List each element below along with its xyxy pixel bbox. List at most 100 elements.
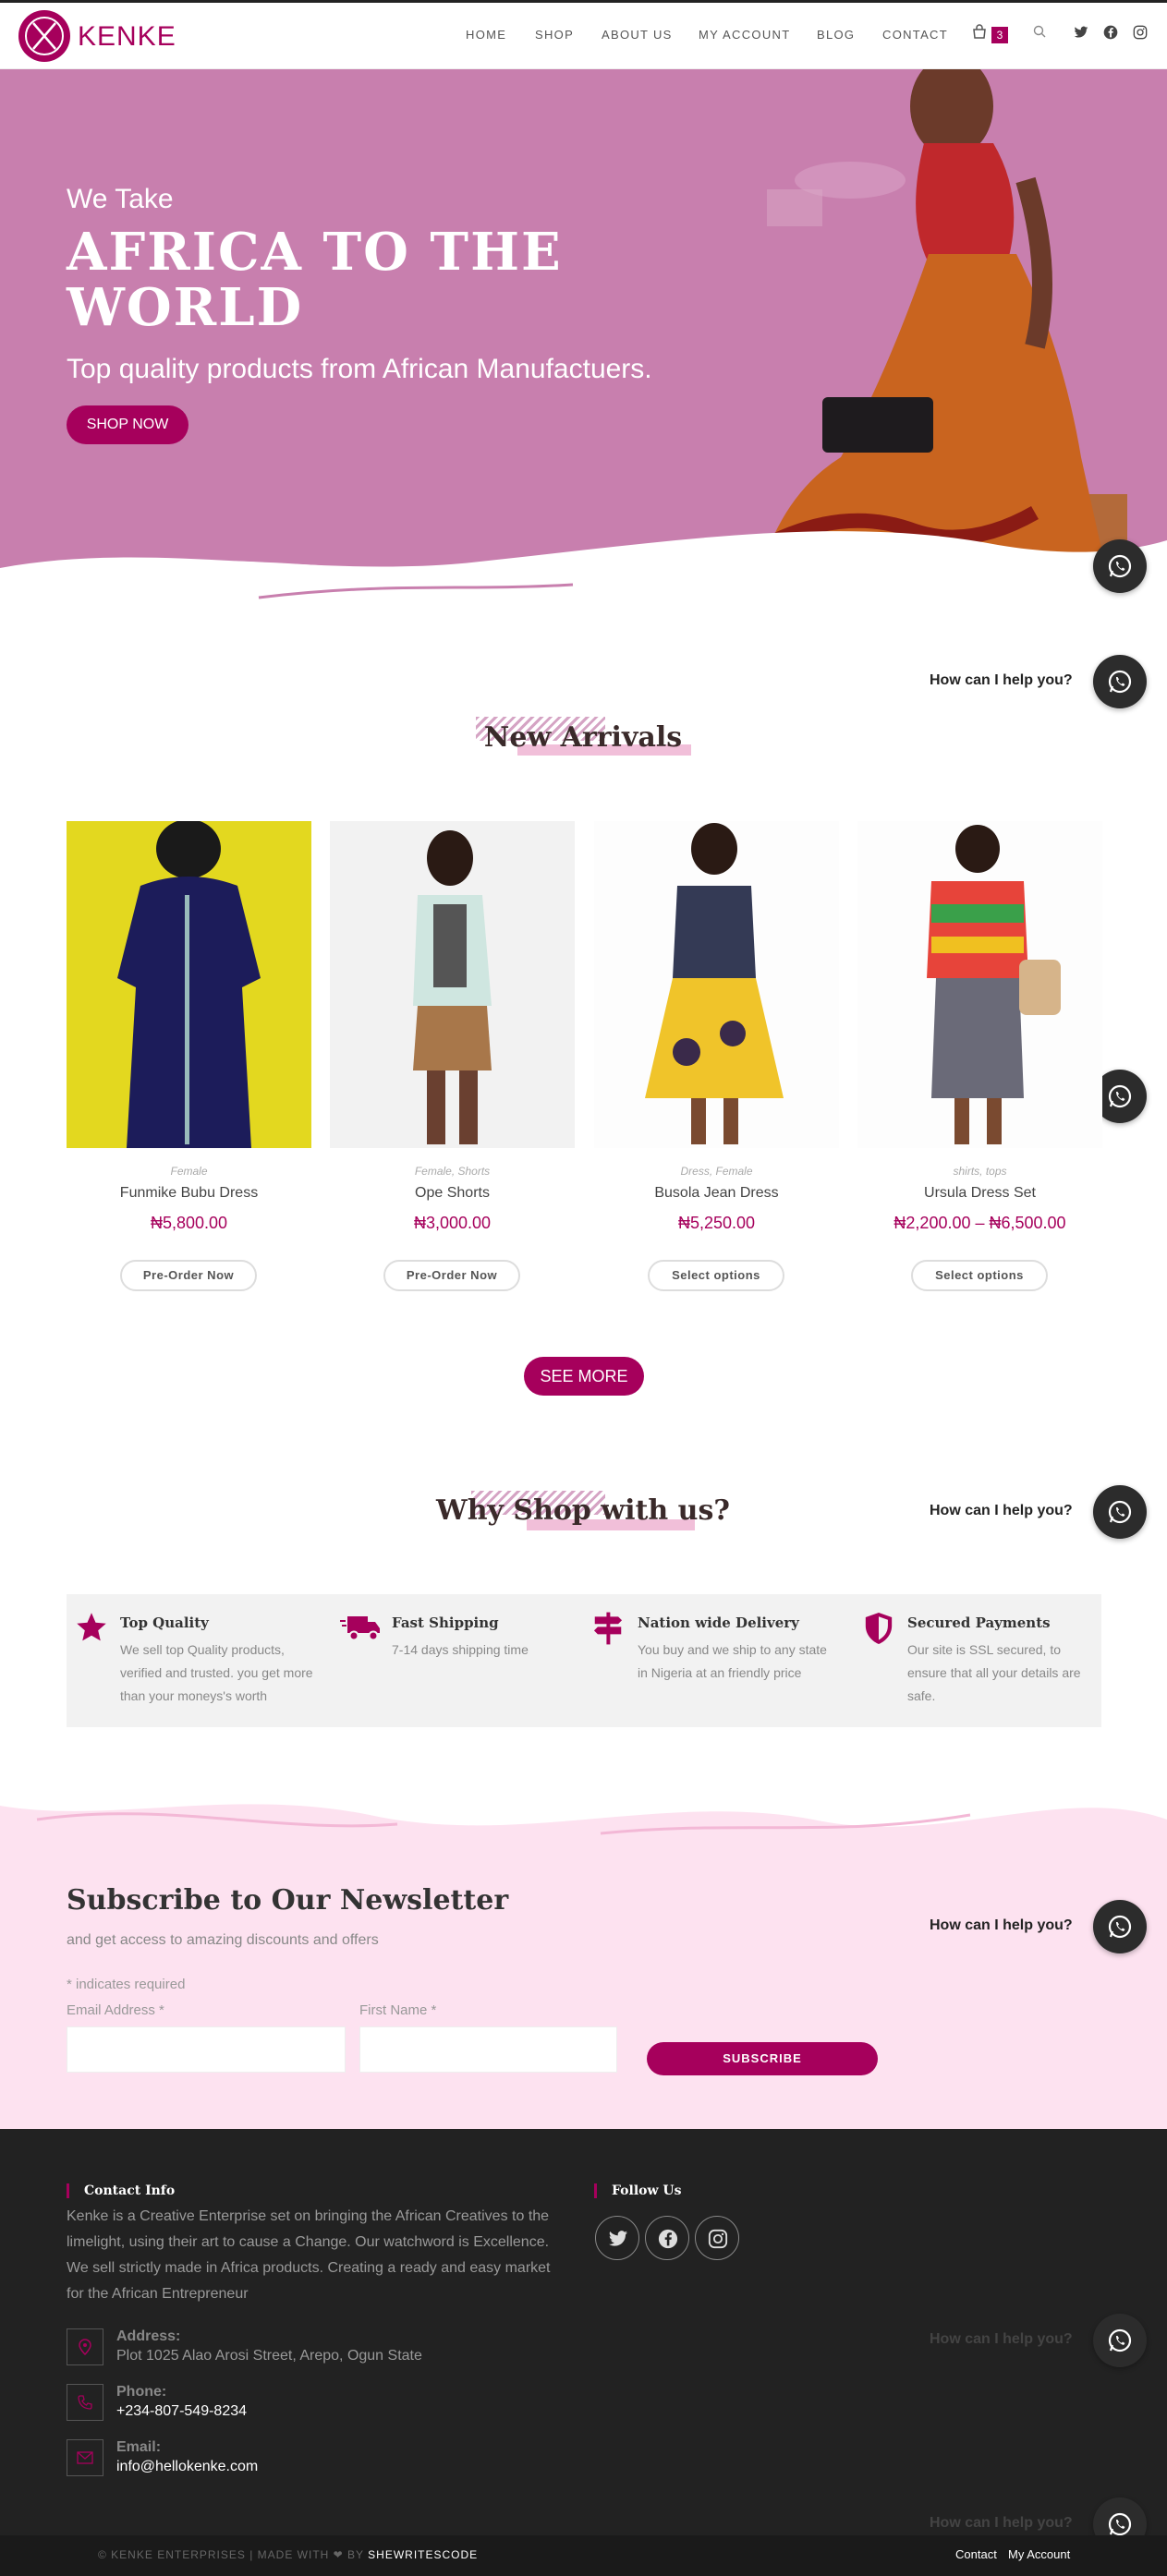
address-value: Plot 1025 Alao Arosi Street, Arepo, Ogun… (116, 2348, 422, 2364)
whatsapp-help-label[interactable]: How can I help you? (930, 2515, 1073, 2532)
feature-text-line: in Nigeria at an friendly price (638, 1665, 802, 1680)
product-image-ope-shorts[interactable] (330, 821, 575, 1148)
newsletter-wave-divider (0, 1783, 1167, 1835)
product-price: ₦5,250.00 (677, 1214, 756, 1232)
cart-count-badge[interactable]: 3 (991, 27, 1008, 43)
about-line: Kenke is a Creative Enterprise set on br… (67, 2208, 550, 2224)
hero-subtitle: Top quality products from African Manufa… (67, 354, 652, 384)
search-icon[interactable] (1033, 25, 1046, 42)
product-category: Female, Shorts (414, 1165, 491, 1178)
feature-text-line: safe. (907, 1688, 936, 1703)
star-icon (77, 1613, 106, 1641)
email-label: Email: (116, 2439, 162, 2455)
address-icon-box (67, 2328, 103, 2365)
whatsapp-button[interactable] (1093, 539, 1147, 593)
email-field[interactable] (67, 2026, 346, 2073)
copyright-prefix: © KENKE ENTERPRISES | MADE WITH ❤ BY (98, 2548, 369, 2561)
feature-title: Secured Payments (907, 1615, 1051, 1631)
feature-text-line: ensure that all your details are (907, 1665, 1081, 1680)
facebook-social-button[interactable] (645, 2216, 689, 2260)
hero-banner: We Take AFRICA TO THE WORLD Top quality … (0, 69, 1167, 623)
product-image-funmike[interactable] (67, 821, 311, 1148)
whatsapp-help-label[interactable]: How can I help you? (930, 1917, 1073, 1934)
product-name[interactable]: Busola Jean Dress (594, 1185, 839, 1202)
twitter-social-button[interactable] (595, 2216, 639, 2260)
phone-label: Phone: (116, 2384, 167, 2400)
whatsapp-help-label[interactable]: How can I help you? (930, 1503, 1073, 1519)
instagram-icon (708, 2229, 728, 2249)
pre-order-button[interactable]: Pre-Order Now (120, 1260, 257, 1291)
facebook-icon (658, 2229, 678, 2249)
address-label: Address: (116, 2328, 181, 2344)
pre-order-button[interactable]: Pre-Order Now (383, 1260, 520, 1291)
whatsapp-icon (1108, 670, 1132, 694)
feature-text-line: verified and trusted. you get more (120, 1665, 313, 1680)
contact-info-heading: Contact Info (67, 2183, 175, 2198)
whatsapp-icon (1108, 2328, 1132, 2352)
twitter-icon (608, 2231, 628, 2246)
whatsapp-icon (1108, 1084, 1132, 1108)
feature-title: Fast Shipping (392, 1615, 499, 1631)
shield-icon (865, 1613, 893, 1644)
email-value[interactable]: info@hellokenke.com (116, 2459, 258, 2475)
follow-us-heading: Follow Us (594, 2183, 682, 2198)
footer-link-contact[interactable]: Contact (955, 2547, 997, 2561)
logo-icon[interactable] (18, 10, 70, 62)
truck-icon (340, 1616, 380, 1641)
feature-title: Top Quality (120, 1615, 209, 1631)
feature-text-line: We sell top Quality products, (120, 1642, 285, 1657)
select-options-button[interactable]: Select options (648, 1260, 784, 1291)
product-name[interactable]: Ursula Dress Set (857, 1185, 1102, 1202)
select-options-button[interactable]: Select options (911, 1260, 1048, 1291)
product-price: ₦5,800.00 (150, 1214, 228, 1232)
footer-about: Kenke is a Creative Enterprise set on br… (67, 2204, 575, 2307)
whatsapp-help-label[interactable]: How can I help you? (930, 672, 1073, 689)
location-pin-icon (79, 2339, 91, 2355)
nav-blog[interactable]: BLOG (817, 28, 855, 42)
why-shop-title: Why Shop with us? (436, 1494, 730, 1527)
copyright-author-link[interactable]: SHEWRITESCODE (368, 2548, 478, 2561)
footer-link-my-account[interactable]: My Account (1008, 2547, 1070, 2561)
subscribe-button[interactable]: SUBSCRIBE (647, 2042, 878, 2075)
newsletter-subtitle: and get access to amazing discounts and … (67, 1932, 379, 1948)
product-image-ursula[interactable] (857, 821, 1102, 1148)
nav-shop[interactable]: SHOP (535, 28, 574, 42)
copyright-text: © KENKE ENTERPRISES | MADE WITH ❤ BY SHE… (98, 2548, 478, 2561)
nav-home[interactable]: HOME (466, 28, 506, 42)
feature-title: Nation wide Delivery (638, 1615, 799, 1631)
instagram-social-button[interactable] (695, 2216, 739, 2260)
whatsapp-button[interactable] (1093, 1900, 1147, 1953)
cart-icon[interactable] (972, 24, 987, 43)
hero-title: AFRICA TO THE WORLD (67, 222, 563, 338)
whatsapp-button[interactable] (1093, 2314, 1147, 2367)
whatsapp-help-label[interactable]: How can I help you? (930, 2331, 1073, 2348)
hero-lead: We Take (67, 184, 174, 214)
brand-name[interactable]: KENKE (78, 21, 176, 53)
instagram-icon[interactable] (1133, 25, 1148, 44)
facebook-icon[interactable] (1103, 25, 1118, 44)
nav-contact[interactable]: CONTACT (882, 28, 948, 42)
whatsapp-button[interactable] (1093, 1485, 1147, 1539)
first-name-field[interactable] (359, 2026, 617, 2073)
product-name[interactable]: Funmike Bubu Dress (67, 1185, 311, 1202)
nav-my-account[interactable]: MY ACCOUNT (699, 28, 790, 42)
whatsapp-button[interactable] (1093, 655, 1147, 708)
about-line: We sell strictly made in Africa products… (67, 2260, 551, 2276)
twitter-icon[interactable] (1074, 25, 1088, 44)
email-icon-box (67, 2439, 103, 2476)
phone-icon (78, 2395, 92, 2410)
product-category: shirts, tops (953, 1165, 1007, 1178)
whatsapp-icon (1108, 1915, 1132, 1939)
phone-value[interactable]: +234-807-549-8234 (116, 2403, 247, 2420)
see-more-button[interactable]: SEE MORE (524, 1357, 644, 1396)
about-line: for the African Entrepreneur (67, 2286, 249, 2302)
signpost-icon (593, 1612, 623, 1645)
nav-about-us[interactable]: ABOUT US (602, 28, 673, 42)
product-name[interactable]: Ope Shorts (330, 1185, 575, 1202)
product-category: Female (170, 1165, 208, 1178)
shop-now-button[interactable]: SHOP NOW (67, 405, 188, 444)
envelope-icon (77, 2451, 93, 2464)
new-arrivals-title: New Arrivals (483, 721, 683, 754)
product-image-busola[interactable] (594, 821, 839, 1148)
phone-icon-box (67, 2384, 103, 2421)
